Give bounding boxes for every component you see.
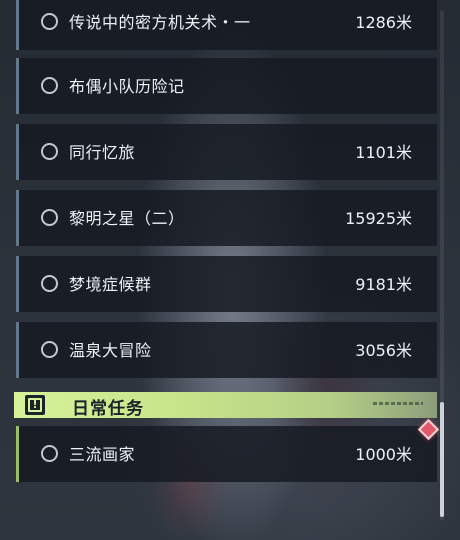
scrollbar-thumb[interactable] [440,402,444,517]
daily-quests-header[interactable]: ! 日常任务 [14,392,437,419]
decorative-pattern [373,402,423,405]
quest-name: 传说中的密方机关术・一 [69,13,251,32]
daily-quest-item[interactable]: 三流画家 1000米 [16,426,437,482]
quest-status-circle-icon [41,275,58,292]
quest-name: 同行忆旅 [69,143,136,162]
quest-status-circle-icon [41,341,58,358]
quest-item[interactable]: 梦境症候群 9181米 [16,256,437,312]
quest-distance: 9181米 [355,275,412,294]
quest-name: 黎明之星（二） [69,209,185,228]
quest-name: 温泉大冒险 [69,341,152,360]
scrollbar-track[interactable] [440,10,444,520]
quest-distance: 1101米 [355,143,412,162]
quest-item[interactable]: 同行忆旅 1101米 [16,124,437,180]
quest-item[interactable]: 布偶小队历险记 [16,58,437,114]
quest-item[interactable]: 传说中的密方机关术・一 1286米 [16,0,437,50]
quest-distance: 1286米 [355,13,412,32]
exclamation-icon: ! [25,395,45,415]
quest-item[interactable]: 温泉大冒险 3056米 [16,322,437,378]
quest-name: 布偶小队历险记 [69,77,185,96]
quest-status-circle-icon [41,209,58,226]
quest-list: 传说中的密方机关术・一 1286米 布偶小队历险记 同行忆旅 1101米 黎明之… [0,0,460,540]
quest-item[interactable]: 黎明之星（二） 15925米 [16,190,437,246]
section-title: 日常任务 [72,399,144,419]
quest-status-circle-icon [41,143,58,160]
quest-distance: 3056米 [355,341,412,360]
quest-status-circle-icon [41,77,58,94]
quest-name: 三流画家 [69,445,136,464]
quest-status-circle-icon [41,13,58,30]
quest-distance: 1000米 [355,445,412,464]
quest-name: 梦境症候群 [69,275,152,294]
quest-distance: 15925米 [345,209,412,228]
quest-status-circle-icon [41,445,58,462]
